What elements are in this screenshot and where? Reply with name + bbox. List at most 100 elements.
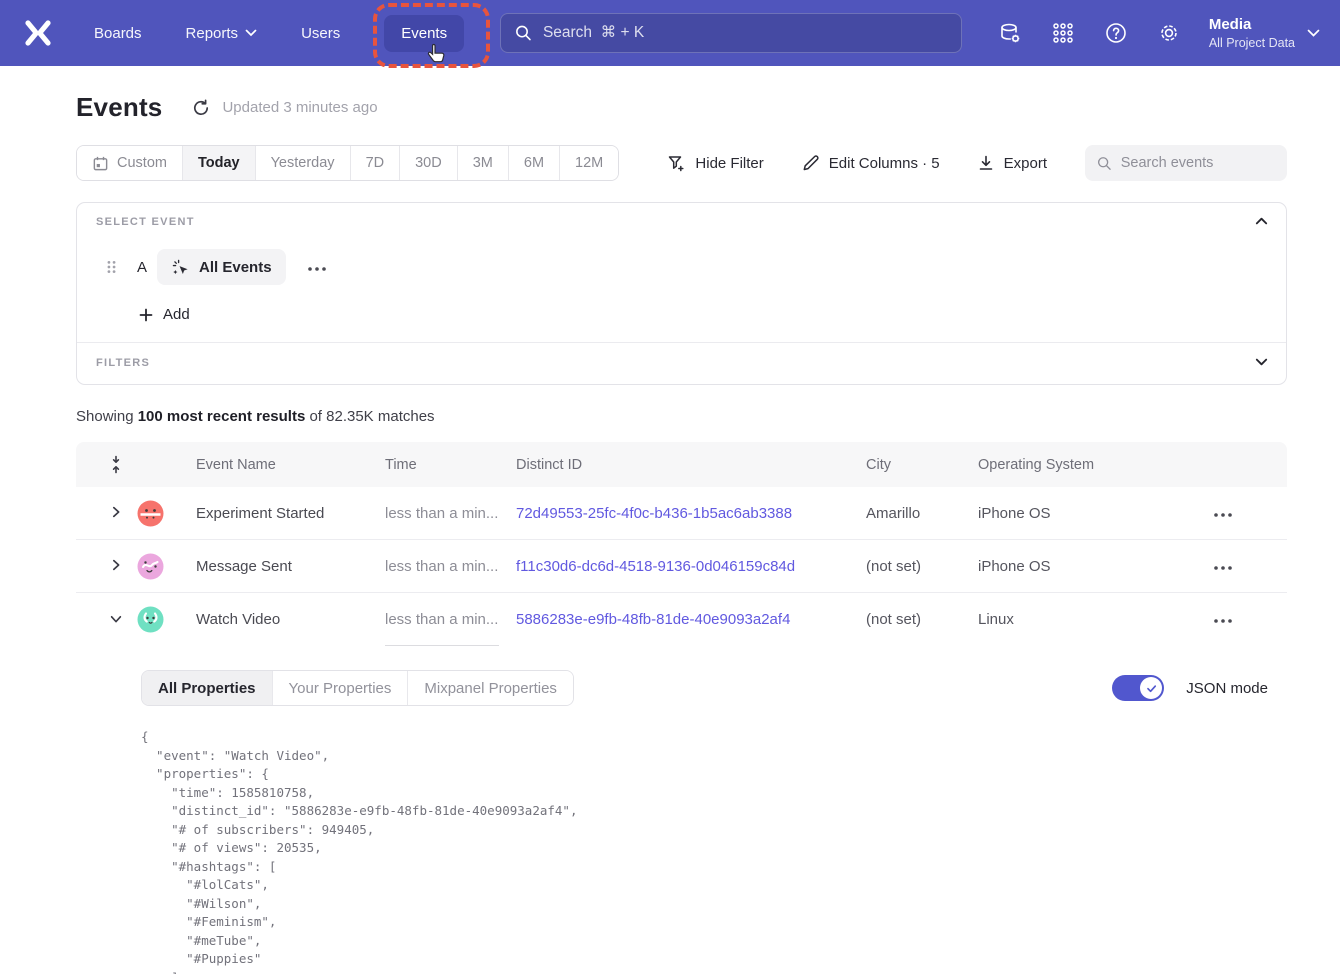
date-option-label: Today [198,155,240,171]
events-page: Events Updated 3 minutes ago Custom Toda… [0,66,1340,974]
ellipsis-icon [307,266,327,272]
cell-distinct-id-link[interactable]: 72d49553-25fc-4f0c-b436-1b5ac6ab3388 [516,505,866,522]
cell-event-name: Message Sent [196,558,385,575]
date-option-7d[interactable]: 7D [350,146,400,180]
hand-cursor-icon [426,43,446,65]
column-header-os[interactable]: Operating System [978,457,1167,473]
ellipsis-icon [1213,618,1233,624]
pencil-icon [801,154,820,173]
column-header-event-name[interactable]: Event Name [196,457,385,473]
event-query-row: A All Events [96,249,1266,285]
expand-row-button[interactable] [106,503,126,523]
plus-icon [138,307,154,323]
nav-item-users[interactable]: Users [301,25,340,42]
json-mode-toggle[interactable] [1112,675,1164,701]
date-option-30d[interactable]: 30D [399,146,457,180]
chevron-down-icon [1254,354,1269,369]
date-option-label: 12M [575,155,603,171]
results-prefix: Showing [76,408,138,425]
date-option-today[interactable]: Today [182,146,255,180]
cell-city: (not set) [866,558,978,575]
chevron-down-icon [109,612,123,626]
data-management-icon[interactable] [998,21,1022,45]
column-header-time[interactable]: Time [385,457,516,473]
json-mode-label: JSON mode [1186,680,1268,697]
event-detail-panel: All Properties Your Properties Mixpanel … [76,646,1287,974]
edit-columns-button[interactable]: Edit Columns · 5 [801,154,940,173]
event-avatar [137,500,164,527]
chevron-down-icon[interactable] [1307,29,1320,38]
top-nav: Boards Reports Users Events [0,0,1340,66]
results-summary: Showing 100 most recent results of 82.35… [76,408,1287,425]
date-option-yesterday[interactable]: Yesterday [255,146,350,180]
events-search-input[interactable] [1121,155,1275,171]
nav-item-label: Boards [94,25,142,42]
row-more-options-button[interactable] [1209,555,1237,578]
row-more-options-button[interactable] [1209,608,1237,631]
table-row: Message Sent less than a min... f11c30d6… [76,540,1287,593]
tab-all-properties[interactable]: All Properties [142,671,272,705]
tab-your-properties[interactable]: Your Properties [272,671,408,705]
event-selector-button[interactable]: All Events [157,249,286,285]
select-event-label: SELECT EVENT [96,216,1266,228]
cell-event-name: Experiment Started [196,505,385,522]
expand-filters-button[interactable] [1252,354,1270,372]
page-header: Events Updated 3 minutes ago [76,92,1287,123]
events-table: Event Name Time Distinct ID City Operati… [76,442,1287,974]
cell-event-name: Watch Video [196,611,385,628]
help-icon[interactable] [1104,21,1128,45]
table-row: Experiment Started less than a min... 72… [76,487,1287,540]
settings-gear-icon[interactable] [1157,21,1181,45]
date-option-3m[interactable]: 3M [457,146,508,180]
calendar-icon [92,155,109,172]
cell-time: less than a min... [385,611,516,628]
collapse-section-button[interactable] [1252,214,1270,232]
nav-item-events[interactable]: Events [384,15,464,52]
ellipsis-icon [1213,512,1233,518]
cell-os: iPhone OS [978,558,1167,575]
event-more-options-button[interactable] [303,256,331,279]
search-icon [1097,155,1112,172]
filter-funnel-icon [667,154,686,173]
selected-event-label: All Events [199,259,272,276]
cell-distinct-id-link[interactable]: f11c30d6-dc6d-4518-9136-0d046159c84d [516,558,866,575]
search-icon [515,24,532,42]
collapse-row-button[interactable] [106,610,126,630]
hide-filter-button[interactable]: Hide Filter [667,154,763,173]
project-name: Media [1209,15,1295,35]
select-event-section: SELECT EVENT A [77,203,1286,342]
date-option-label: Custom [117,155,167,171]
chevron-down-icon [245,29,257,37]
date-option-custom[interactable]: Custom [77,146,182,180]
date-option-label: Yesterday [271,155,335,171]
column-header-city[interactable]: City [866,457,978,473]
global-search[interactable] [500,13,962,53]
date-option-6m[interactable]: 6M [508,146,559,180]
date-option-label: 7D [366,155,385,171]
event-avatar [137,606,164,633]
date-option-12m[interactable]: 12M [559,146,618,180]
filters-label: FILTERS [96,357,1266,369]
time-cell-divider [385,645,499,646]
collapse-rows-icon[interactable] [109,454,123,475]
global-search-input[interactable] [543,24,947,42]
cell-distinct-id-link[interactable]: 5886283e-e9fb-48fb-81de-40e9093a2af4 [516,611,866,628]
results-suffix: of 82.35K matches [305,408,434,425]
row-more-options-button[interactable] [1209,502,1237,525]
expand-row-button[interactable] [106,556,126,576]
tab-mixpanel-properties[interactable]: Mixpanel Properties [407,671,573,705]
date-option-label: 3M [473,155,493,171]
mixpanel-logo-icon[interactable] [22,17,54,49]
nav-item-reports[interactable]: Reports [186,25,258,42]
nav-item-boards[interactable]: Boards [94,25,142,42]
refresh-button[interactable] [191,98,211,118]
events-search[interactable] [1085,145,1287,181]
apps-grid-icon[interactable] [1051,21,1075,45]
table-row-expanded: Watch Video less than a min... 5886283e-… [76,593,1287,646]
project-selector[interactable]: Media All Project Data [1209,15,1295,51]
add-event-button[interactable]: Add [138,306,190,323]
add-label: Add [163,306,190,323]
column-header-distinct-id[interactable]: Distinct ID [516,457,866,473]
drag-handle-icon[interactable] [106,259,117,275]
export-button[interactable]: Export [977,154,1047,172]
